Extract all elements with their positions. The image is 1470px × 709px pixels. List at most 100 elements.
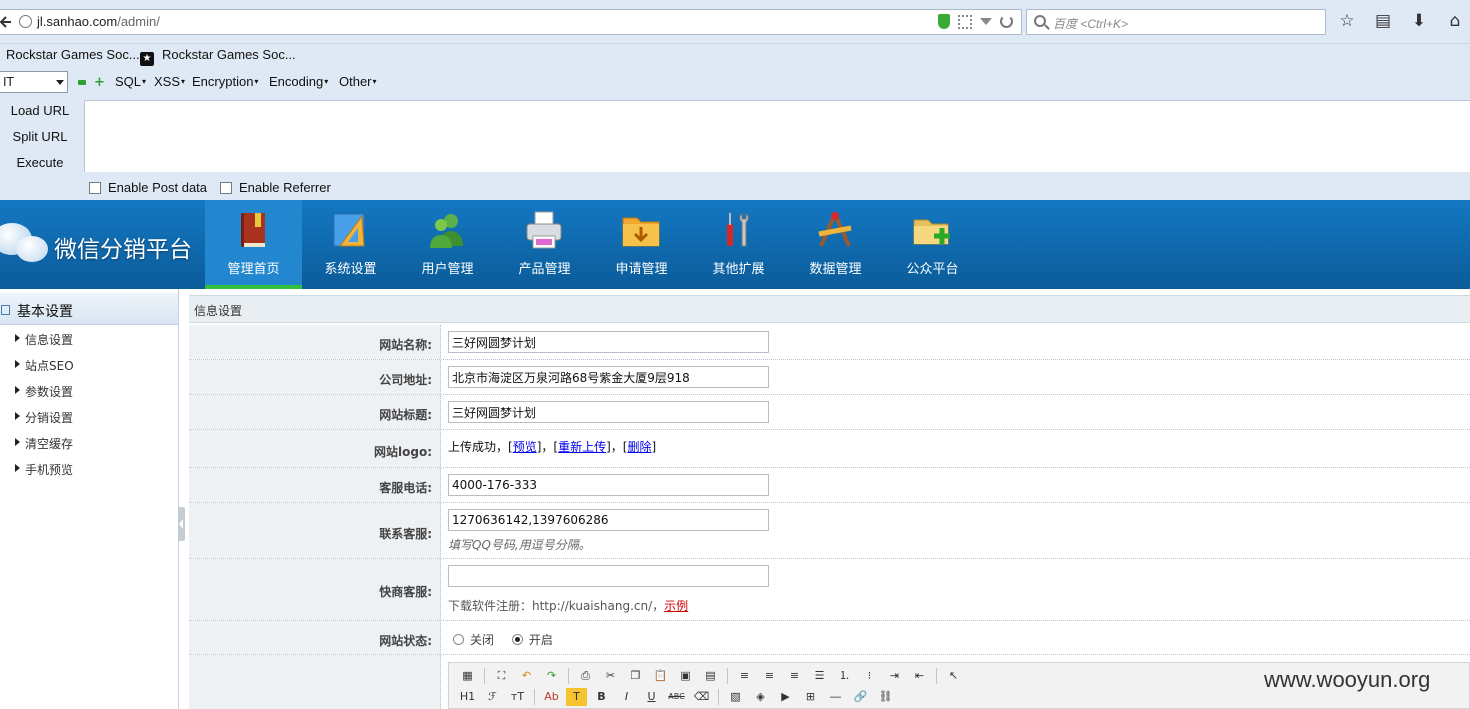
bold-icon[interactable]: B <box>591 688 612 706</box>
status-on-radio[interactable]: 开启 <box>511 633 553 647</box>
kuaishang-input[interactable] <box>448 565 769 587</box>
nav-public-platform[interactable]: 公众平台 <box>884 200 981 289</box>
font-family-icon[interactable]: ℱ <box>482 688 503 706</box>
print-icon[interactable]: ⎙ <box>575 667 596 685</box>
sidebar-item-mobile-preview[interactable]: 手机预览 <box>0 457 178 483</box>
align-left-icon[interactable]: ≡ <box>734 667 755 685</box>
qq-input[interactable] <box>448 509 769 531</box>
dropdown-arrow-icon[interactable] <box>980 18 992 25</box>
link-icon[interactable]: 🔗 <box>850 688 871 706</box>
form-row-logo: 网站logo: 上传成功，[预览]，[重新上传]，[删除] <box>189 430 1470 468</box>
form-row-qq: 联系客服: 填写QQ号码,用逗号分隔。 <box>189 503 1470 559</box>
nav-data-management[interactable]: 数据管理 <box>787 200 884 289</box>
heading-button[interactable]: H1 <box>457 688 478 706</box>
field-label: 网站状态: <box>379 634 432 648</box>
align-right-icon[interactable]: ≡ <box>784 667 805 685</box>
address-input[interactable] <box>448 366 769 388</box>
logo-preview-link[interactable]: 预览 <box>513 440 537 454</box>
hackbar-url-textarea[interactable] <box>84 100 1470 172</box>
nav-application-management[interactable]: 申请管理 <box>593 200 690 289</box>
split-url-button[interactable]: Split URL <box>0 129 80 144</box>
reading-list-icon[interactable]: ▤ <box>1374 12 1392 30</box>
checkbox[interactable] <box>220 181 232 194</box>
redo-icon[interactable]: ↷ <box>541 667 562 685</box>
undo-icon[interactable]: ↶ <box>516 667 537 685</box>
phone-input[interactable] <box>448 474 769 496</box>
star-icon[interactable]: ☆ <box>1338 12 1356 30</box>
outdent-icon[interactable]: ⇤ <box>909 667 930 685</box>
plus-icon[interactable]: + <box>94 76 105 89</box>
url-text[interactable]: jl.sanhao.com/admin/ <box>37 14 160 29</box>
status-off-radio[interactable]: 关闭 <box>453 633 494 647</box>
source-icon[interactable]: ▦ <box>457 667 478 685</box>
eraser-icon[interactable]: ⌫ <box>691 688 712 706</box>
logo-reupload-link[interactable]: 重新上传 <box>558 440 606 454</box>
nav-home[interactable]: 管理首页 <box>205 200 302 289</box>
highlight-icon[interactable]: T <box>566 688 587 706</box>
radio-button[interactable] <box>453 634 464 645</box>
media-icon[interactable]: ▶ <box>775 688 796 706</box>
menu-sql[interactable]: SQL▾ <box>115 74 146 89</box>
sidebar-item-info-settings[interactable]: 信息设置 <box>0 327 178 353</box>
sidebar-item-distribution-settings[interactable]: 分销设置 <box>0 405 178 431</box>
align-center-icon[interactable]: ≡ <box>759 667 780 685</box>
menu-encryption[interactable]: Encryption▾ <box>192 74 258 89</box>
nav-product-management[interactable]: 产品管理 <box>496 200 593 289</box>
reload-icon[interactable] <box>1000 15 1013 28</box>
paste-word-icon[interactable]: ▤ <box>700 667 721 685</box>
menu-encoding[interactable]: Encoding▾ <box>269 74 328 89</box>
cut-icon[interactable]: ✂ <box>600 667 621 685</box>
address-bar[interactable]: jl.sanhao.com/admin/ <box>0 9 1022 35</box>
unlink-icon[interactable]: ⛓ <box>875 688 896 706</box>
table-icon[interactable]: ⊞ <box>800 688 821 706</box>
underline-icon[interactable]: U <box>641 688 662 706</box>
download-icon[interactable]: ⬇ <box>1410 12 1428 30</box>
sidebar-item-site-seo[interactable]: 站点SEO <box>0 353 178 379</box>
bookmark-item[interactable]: ★ Rockstar Games Soc... <box>140 47 296 66</box>
qr-code-icon[interactable] <box>958 14 972 29</box>
site-title-input[interactable] <box>448 401 769 423</box>
load-url-button[interactable]: Load URL <box>0 103 80 118</box>
minus-icon[interactable] <box>78 80 86 85</box>
font-color-icon[interactable]: Ab <box>541 688 562 706</box>
sidebar-item-clear-cache[interactable]: 清空缓存 <box>0 431 178 457</box>
back-arrow-icon[interactable] <box>0 15 13 29</box>
sidebar-item-parameter-settings[interactable]: 参数设置 <box>0 379 178 405</box>
enable-post-data-checkbox[interactable]: Enable Post data <box>89 180 207 195</box>
copy-icon[interactable]: ❐ <box>625 667 646 685</box>
font-size-icon[interactable]: тT <box>507 688 528 706</box>
nav-system-settings[interactable]: 系统设置 <box>302 200 399 289</box>
nav-other-extensions[interactable]: 其他扩展 <box>690 200 787 289</box>
unordered-list-icon[interactable]: ⁝ <box>859 667 880 685</box>
image-icon[interactable]: ▧ <box>725 688 746 706</box>
home-icon[interactable]: ⌂ <box>1446 12 1464 30</box>
strikethrough-icon[interactable]: ABC <box>666 688 687 706</box>
menu-xss[interactable]: XSS▾ <box>154 74 185 89</box>
search-input[interactable]: 百度 <Ctrl+K> <box>1026 9 1326 35</box>
indent-icon[interactable]: ⇥ <box>884 667 905 685</box>
logo-delete-link[interactable]: 删除 <box>627 440 651 454</box>
flash-icon[interactable]: ◈ <box>750 688 771 706</box>
enable-referrer-checkbox[interactable]: Enable Referrer <box>220 180 331 195</box>
paste-text-icon[interactable]: ▣ <box>675 667 696 685</box>
nav-user-management[interactable]: 用户管理 <box>399 200 496 289</box>
menu-other[interactable]: Other▾ <box>339 74 377 89</box>
hackbar-select[interactable]: IT <box>0 71 68 93</box>
logo: 微信分销平台 <box>0 200 205 289</box>
main-content: 信息设置 网站名称: 公司地址: 网站标题: 网站logo: 上传成功，[预览]… <box>189 289 1470 709</box>
bookmark-item[interactable]: Rockstar Games Soc... <box>6 47 140 62</box>
shield-icon[interactable] <box>938 14 950 29</box>
fullscreen-icon[interactable]: ⛶ <box>491 667 512 685</box>
italic-icon[interactable]: I <box>616 688 637 706</box>
checkbox[interactable] <box>89 181 101 194</box>
radio-button[interactable] <box>511 634 523 645</box>
example-link[interactable]: 示例 <box>664 599 688 613</box>
execute-button[interactable]: Execute <box>0 155 80 170</box>
sidebar-collapse-handle[interactable] <box>178 507 185 541</box>
paste-icon[interactable]: 📋 <box>650 667 671 685</box>
horizontal-rule-icon[interactable]: ― <box>825 688 846 706</box>
justify-icon[interactable]: ☰ <box>809 667 830 685</box>
select-all-icon[interactable]: ↖ <box>943 667 964 685</box>
ordered-list-icon[interactable]: ⒈ <box>834 667 855 685</box>
site-name-input[interactable] <box>448 331 769 353</box>
